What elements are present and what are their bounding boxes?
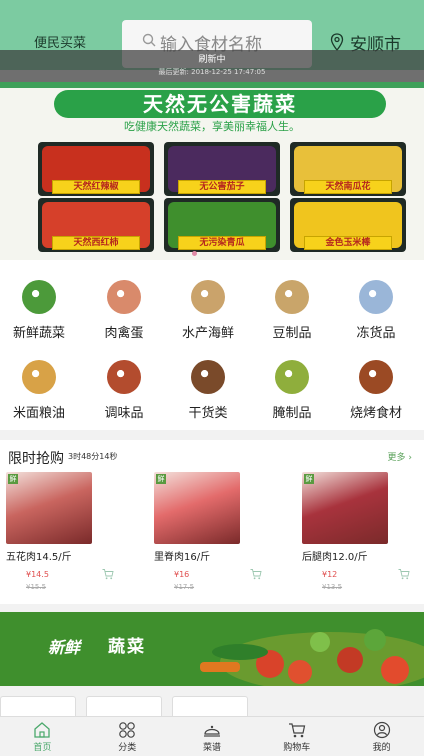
product-name: 里脊肉16/斤 [154, 552, 211, 563]
home-icon [34, 722, 51, 738]
countdown-timer: 3时48分14秒 [68, 452, 118, 461]
product-tag: 天然红辣椒 [52, 180, 140, 194]
category-item[interactable]: 新鲜蔬菜 [0, 280, 81, 341]
category-label: 米面粮油 [12, 406, 65, 421]
product-price: ¥12 [322, 570, 338, 579]
promo-text-vegetables: 蔬菜 [108, 637, 146, 657]
product-name: 后腿肉12.0/斤 [302, 552, 368, 563]
product-tag: 金色玉米棒 [304, 236, 392, 250]
tab-label: 购物车 [283, 743, 311, 753]
product-tag: 天然南瓜花 [304, 180, 392, 194]
dried-goods-icon [191, 360, 225, 394]
refresh-title: 刷新中 [198, 55, 226, 65]
product-original-price: ¥13.5 [322, 583, 343, 591]
promo-text-fresh: 新鲜 [48, 638, 81, 657]
category-label: 冻货品 [356, 326, 396, 341]
category-label: 豆制品 [272, 326, 312, 341]
category-label: 肉禽蛋 [104, 326, 144, 341]
banner-title: 天然无公害蔬菜 [54, 90, 386, 118]
add-to-cart-icon[interactable] [102, 568, 114, 580]
banner-product-tile: 无污染青瓜 [164, 198, 280, 252]
product-tag: 无公害茄子 [178, 180, 266, 194]
category-item[interactable]: 米面粮油 [0, 360, 81, 421]
tab-home[interactable]: 首页 [0, 717, 85, 756]
product-name: 五花肉14.5/斤 [6, 552, 72, 563]
tab-label: 我的 [372, 743, 391, 753]
location-pin-icon [330, 33, 344, 51]
add-to-cart-icon[interactable] [250, 568, 262, 580]
meat-icon [107, 280, 141, 314]
category-item[interactable]: 冻货品 [334, 280, 418, 341]
add-to-cart-icon[interactable] [398, 568, 410, 580]
category-label: 水产海鲜 [181, 326, 234, 341]
bottom-tab-bar: 首页 分类 菜谱 购物车 我的 [0, 716, 424, 756]
banner-page-indicator [192, 251, 197, 256]
banner-product-tile: 无公害茄子 [164, 142, 280, 196]
seasoning-icon [107, 360, 141, 394]
product-image [154, 472, 240, 544]
category-item[interactable]: 水产海鲜 [166, 280, 250, 341]
grain-oil-icon [22, 360, 56, 394]
frozen-icon [359, 280, 393, 314]
category-item[interactable]: 肉禽蛋 [82, 280, 166, 341]
fresh-vegetables-banner[interactable]: 新鲜 蔬菜 [0, 612, 424, 686]
tab-label: 分类 [118, 743, 137, 753]
seafood-icon [191, 280, 225, 314]
product-badge: 鲜 [156, 474, 166, 484]
banner-top-strip [0, 82, 424, 88]
more-link[interactable]: 更多 › [388, 450, 412, 463]
vegetables-icon [22, 280, 56, 314]
cart-icon [288, 723, 306, 738]
pickled-icon [275, 360, 309, 394]
tab-profile[interactable]: 我的 [339, 717, 424, 756]
category-icon [119, 722, 135, 738]
product-price: ¥16 [174, 570, 190, 579]
tab-category[interactable]: 分类 [85, 717, 170, 756]
product-image [6, 472, 92, 544]
tab-recipe[interactable]: 菜谱 [170, 717, 255, 756]
category-label: 干货类 [188, 406, 228, 421]
more-label: 更多 [387, 453, 406, 463]
refresh-time: 最后更新: 2018-12-25 17:47:05 [158, 68, 266, 76]
category-item[interactable]: 烧烤食材 [334, 360, 418, 421]
tab-cart[interactable]: 购物车 [254, 717, 339, 756]
category-label: 新鲜蔬菜 [12, 326, 65, 341]
product-price: ¥14.5 [26, 570, 49, 579]
category-grid: 新鲜蔬菜 肉禽蛋 水产海鲜 豆制品 冻货品米面粮油 调味品 干货类 腌制品 烧烤食材 [0, 260, 424, 430]
category-item[interactable]: 腌制品 [250, 360, 334, 421]
category-item[interactable]: 调味品 [82, 360, 166, 421]
category-label: 烧烤食材 [349, 406, 402, 421]
category-item[interactable]: 豆制品 [250, 280, 334, 341]
flash-sale-title: 限时抢购 [8, 451, 64, 467]
banner-product-tile: 天然南瓜花 [290, 142, 406, 196]
recipe-icon [203, 725, 220, 737]
banner-product-tile: 金色玉米棒 [290, 198, 406, 252]
product-image [302, 472, 388, 544]
product-tag: 无污染青瓜 [178, 236, 266, 250]
product-badge: 鲜 [8, 474, 18, 484]
brand-title: 便民买菜 [34, 36, 87, 51]
search-icon [142, 33, 156, 47]
user-icon [373, 721, 390, 739]
category-item[interactable]: 干货类 [166, 360, 250, 421]
product-badge: 鲜 [304, 474, 314, 484]
tab-label: 菜谱 [202, 743, 221, 753]
refresh-indicator: 刷新中 最后更新: 2018-12-25 17:47:05 [0, 50, 424, 82]
flash-sale-section: 限时抢购 3时48分14秒 更多 › 鲜五花肉14.5/斤 ¥14.5 ¥15.5 鲜… [0, 440, 424, 604]
banner-product-tile: 天然红辣椒 [38, 142, 154, 196]
product-tag: 天然西红柿 [52, 236, 140, 250]
category-label: 腌制品 [272, 406, 312, 421]
app-page: 便民买菜 输入食材名称 安顺市 天然无公害蔬菜 吃健康天然蔬菜，享美丽幸福人生。… [0, 0, 424, 756]
product-original-price: ¥17.5 [174, 583, 195, 591]
bbq-icon [359, 360, 393, 394]
banner-slogan: 吃健康天然蔬菜，享美丽幸福人生。 [124, 120, 300, 133]
banner-product-tile: 天然西红柿 [38, 198, 154, 252]
promo-banner[interactable]: 天然无公害蔬菜 吃健康天然蔬菜，享美丽幸福人生。 天然红辣椒 无公害茄子 天然南瓜花… [0, 82, 424, 260]
category-label: 调味品 [104, 406, 144, 421]
tofu-icon [275, 280, 309, 314]
tab-label: 首页 [33, 743, 52, 753]
product-original-price: ¥15.5 [26, 583, 47, 591]
